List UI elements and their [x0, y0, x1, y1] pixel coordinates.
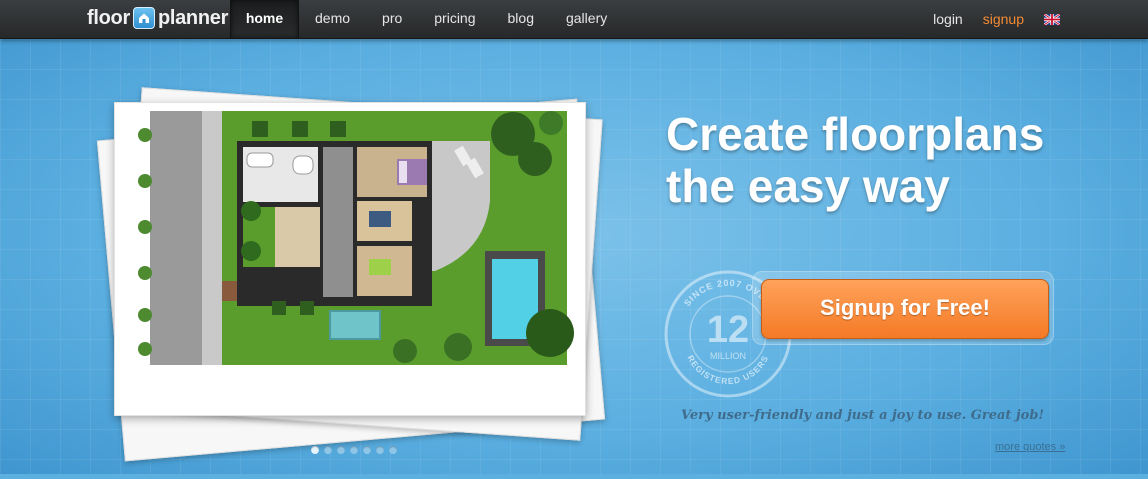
slider-dot-6[interactable] — [376, 446, 384, 454]
nav-demo[interactable]: demo — [299, 0, 366, 38]
uk-flag-icon[interactable] — [1044, 13, 1060, 25]
slider-dot-3[interactable] — [337, 446, 345, 454]
logo-word-floor: floor — [87, 6, 130, 29]
badge-number: 12 — [707, 309, 749, 351]
headline-line-1: Create floorplans — [666, 108, 1045, 160]
badge-unit: MILLION — [710, 351, 746, 361]
logo-house-icon — [132, 7, 155, 29]
slider-dot-1[interactable] — [311, 446, 319, 454]
nav-pro[interactable]: pro — [366, 0, 418, 38]
floorplan-photo-stack — [90, 87, 610, 479]
main-nav: home demo pro pricing blog gallery — [230, 0, 623, 38]
slider-dot-2[interactable] — [324, 446, 332, 454]
slider-dot-5[interactable] — [363, 446, 371, 454]
testimonial-quote: Very user-friendly and just a joy to use… — [681, 408, 1045, 423]
login-link[interactable]: login — [933, 11, 963, 27]
floorplan-slide[interactable] — [114, 102, 586, 416]
nav-home[interactable]: home — [230, 0, 299, 38]
floorplan-image — [125, 111, 575, 365]
top-navigation-bar: floor planner home demo pro pricing blog… — [0, 0, 1148, 39]
signup-for-free-button[interactable]: Signup for Free! — [761, 279, 1049, 339]
hero-headline: Create floorplans the easy way — [666, 108, 1126, 212]
nav-pricing[interactable]: pricing — [418, 0, 491, 38]
signup-link[interactable]: signup — [983, 11, 1024, 27]
nav-blog[interactable]: blog — [492, 0, 550, 38]
slider-dot-4[interactable] — [350, 446, 358, 454]
slider-dot-7[interactable] — [389, 446, 397, 454]
floorplanner-logo[interactable]: floor planner — [87, 7, 228, 29]
logo-word-planner: planner — [157, 6, 229, 29]
more-quotes-link[interactable]: more quotes » — [995, 441, 1065, 453]
nav-gallery[interactable]: gallery — [550, 0, 623, 38]
slider-pagination — [311, 446, 397, 454]
headline-line-2: the easy way — [666, 160, 950, 212]
cta-container: Signup for Free! — [752, 271, 1054, 345]
account-nav: login signup — [933, 0, 1060, 38]
